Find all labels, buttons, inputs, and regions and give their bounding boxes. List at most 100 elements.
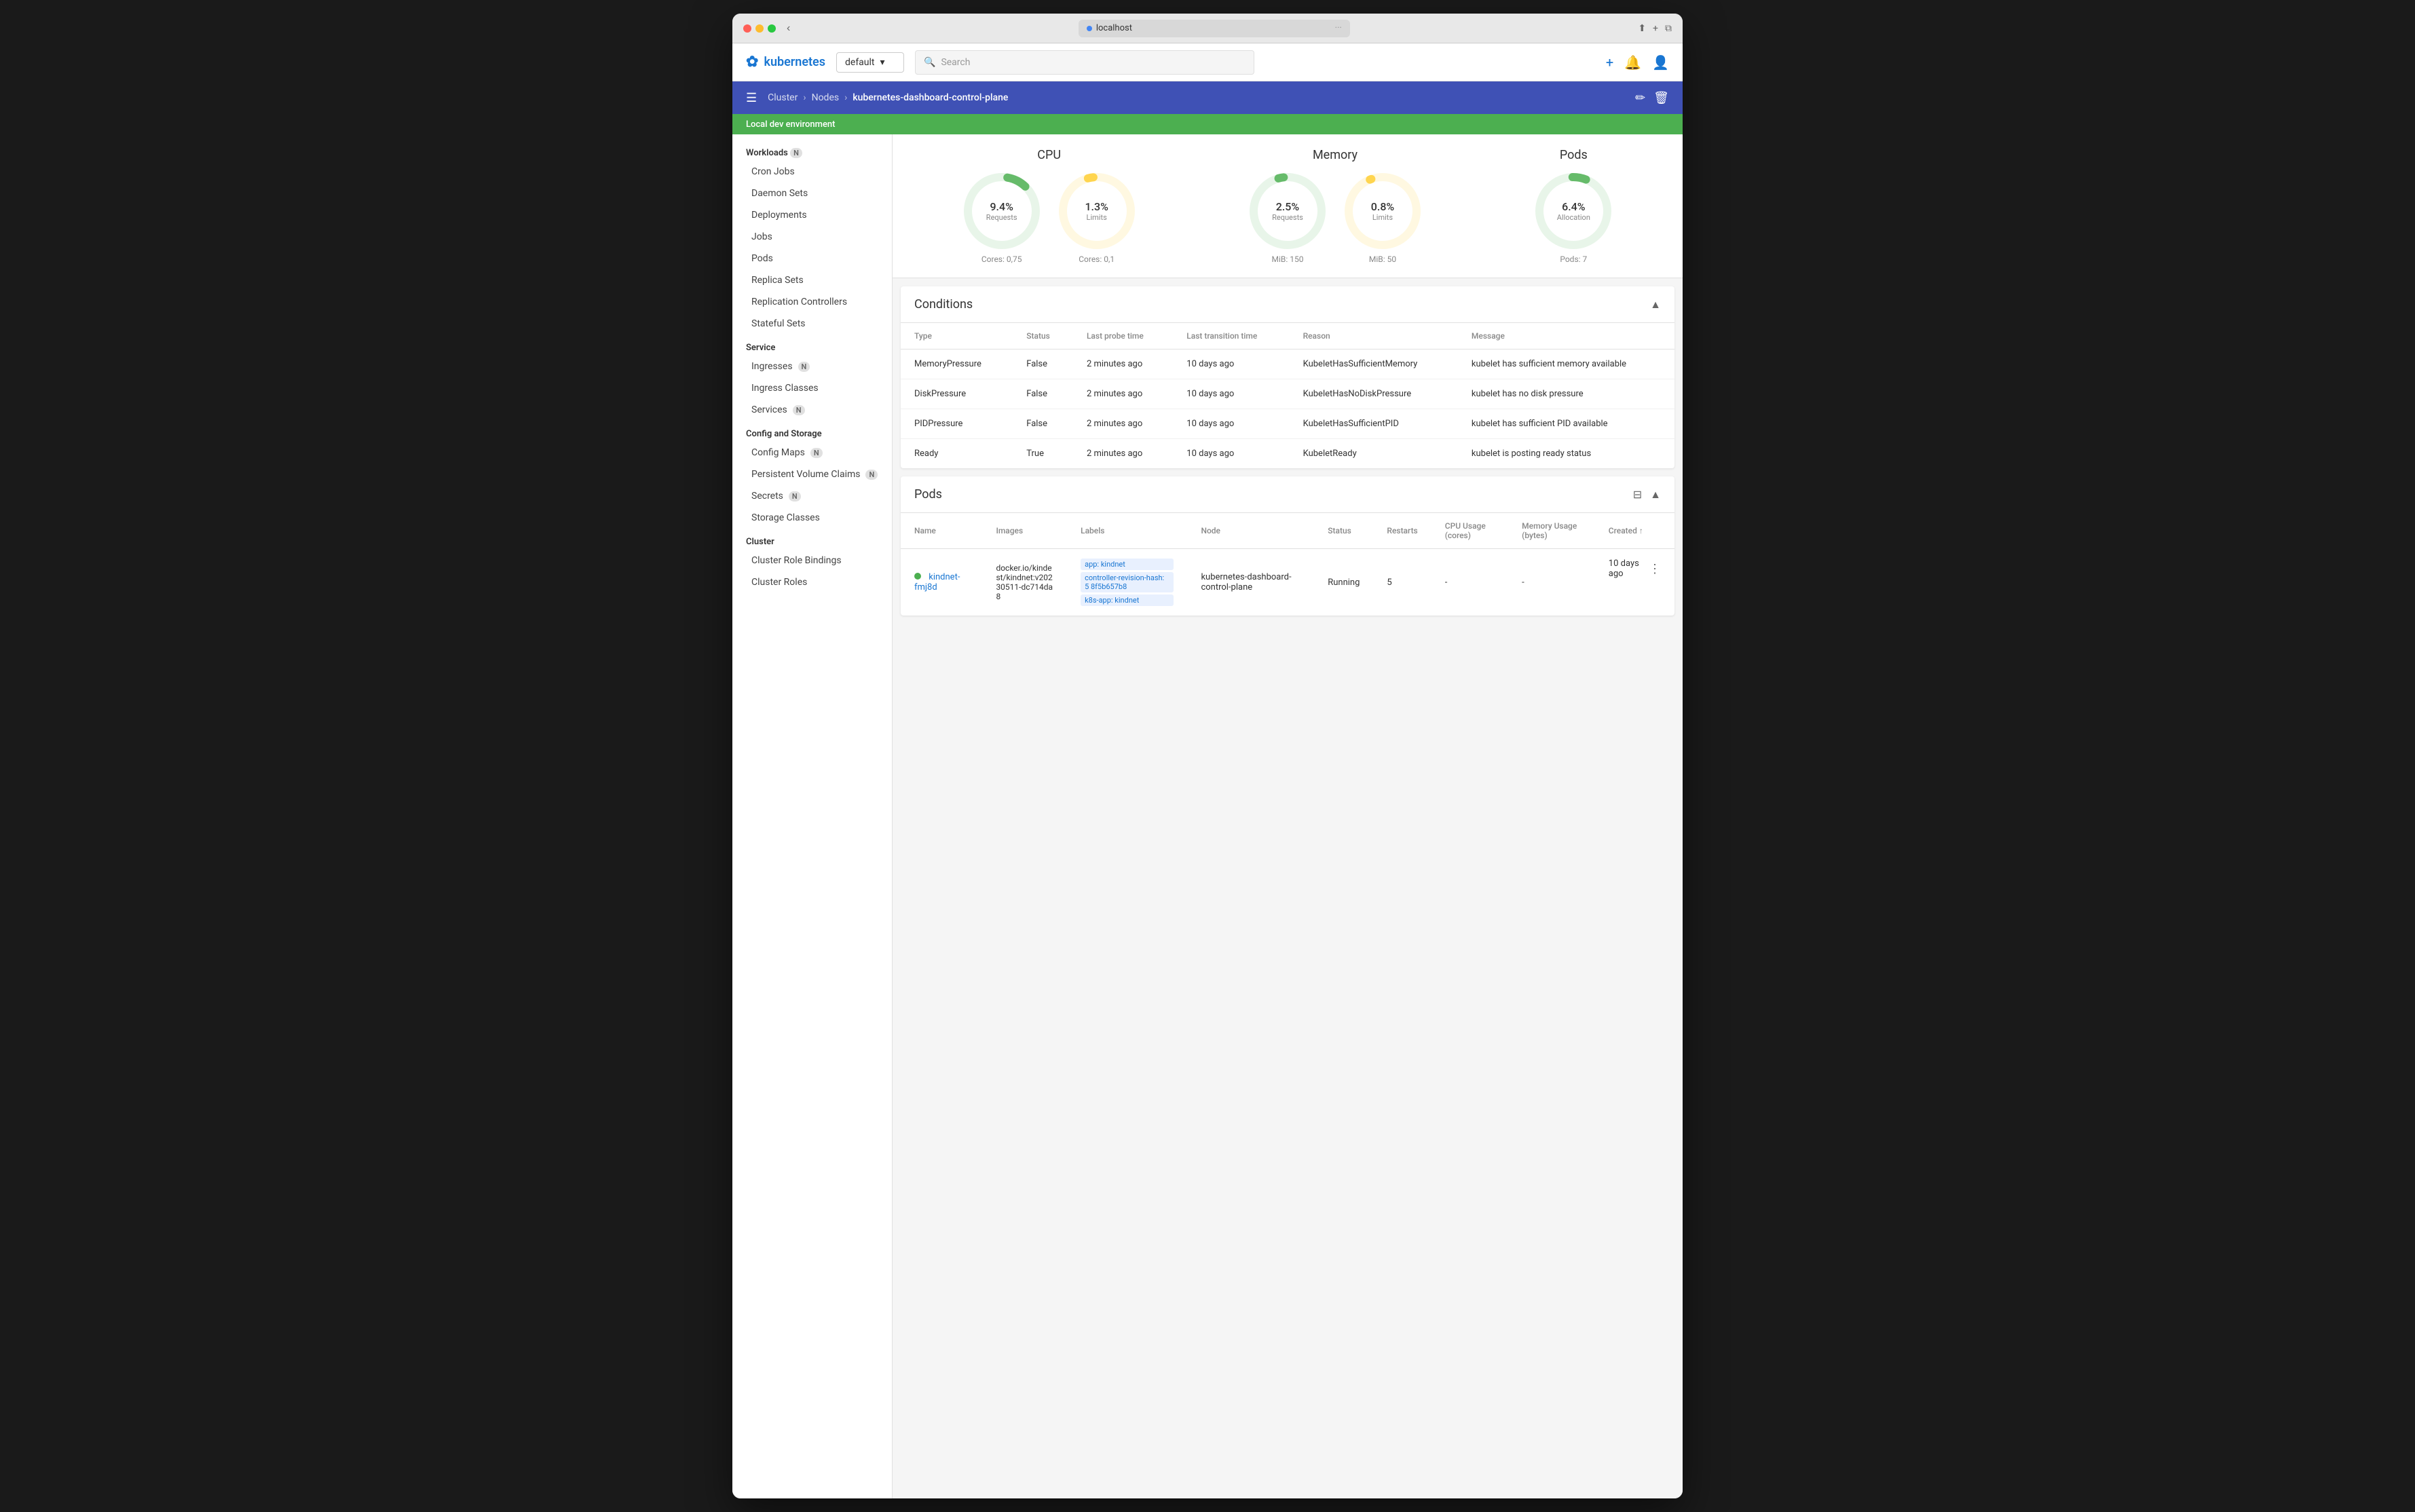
notification-icon[interactable]: 🔔 xyxy=(1624,54,1641,71)
memory-charts-row: 2.5% Requests MiB: 150 xyxy=(1247,170,1423,264)
url-bar: localhost ··· xyxy=(795,20,1632,37)
memory-title: Memory xyxy=(1313,148,1358,162)
cpu-requests-bottom: Cores: 0,75 xyxy=(981,254,1022,264)
new-tab-icon[interactable]: + xyxy=(1653,23,1658,34)
condition-message: kubelet has no disk pressure xyxy=(1458,379,1674,409)
conditions-table: Type Status Last probe time Last transit… xyxy=(901,323,1674,468)
app-window: ‹ localhost ··· ⬆ + ⧉ ✿ kubernetes defau… xyxy=(732,14,1683,1498)
sidebar-item-services[interactable]: Services N xyxy=(732,399,892,421)
condition-last-probe: 2 minutes ago xyxy=(1073,349,1173,379)
sidebar-item-replica-sets[interactable]: Replica Sets xyxy=(732,269,892,291)
sidebar-item-daemon-sets[interactable]: Daemon Sets xyxy=(732,183,892,204)
pvc-badge: N xyxy=(865,470,878,480)
pods-col-node: Node xyxy=(1187,513,1314,549)
condition-type: Ready xyxy=(901,439,1013,469)
breadcrumb-cluster[interactable]: Cluster xyxy=(768,92,798,103)
sidebar-item-ingresses[interactable]: Ingresses N xyxy=(732,356,892,377)
condition-message: kubelet has sufficient PID available xyxy=(1458,409,1674,439)
condition-reason: KubeletHasSufficientMemory xyxy=(1290,349,1458,379)
sidebar-item-deployments[interactable]: Deployments xyxy=(732,204,892,226)
memory-limits-label: Limits xyxy=(1371,213,1394,222)
col-type: Type xyxy=(901,323,1013,349)
pods-col-status: Status xyxy=(1314,513,1373,549)
nav-actions: + 🔔 👤 xyxy=(1606,54,1669,71)
pods-allocation-bottom: Pods: 7 xyxy=(1560,254,1587,264)
share-icon[interactable]: ⬆ xyxy=(1638,23,1646,34)
breadcrumb-actions: ✏ 🗑 xyxy=(1635,91,1669,105)
sidebar-item-cron-jobs[interactable]: Cron Jobs xyxy=(732,161,892,183)
delete-icon[interactable]: 🗑 xyxy=(1653,91,1669,105)
env-banner: Local dev environment xyxy=(732,114,1683,134)
sidebar-item-secrets[interactable]: Secrets N xyxy=(732,485,892,507)
add-icon[interactable]: + xyxy=(1606,54,1613,71)
pod-more-menu[interactable]: ⋮ xyxy=(1649,562,1661,576)
conditions-toggle[interactable]: ▲ xyxy=(1650,298,1661,311)
condition-last-transition: 10 days ago xyxy=(1173,379,1289,409)
search-bar[interactable]: 🔍 Search xyxy=(915,50,1254,75)
pod-name-link[interactable]: kindnet-fmj8d xyxy=(914,572,960,592)
memory-requests-donut: 2.5% Requests xyxy=(1247,170,1328,252)
pods-charts-row: 6.4% Allocation Pods: 7 xyxy=(1533,170,1614,264)
sidebar-item-pods[interactable]: Pods xyxy=(732,248,892,269)
breadcrumb-sep-1: › xyxy=(803,92,806,103)
pods-col-name: Name xyxy=(901,513,982,549)
sidebar-item-replication-controllers[interactable]: Replication Controllers xyxy=(732,291,892,313)
hamburger-icon[interactable]: ☰ xyxy=(746,91,757,105)
sidebar-item-cluster-roles[interactable]: Cluster Roles xyxy=(732,571,892,593)
pods-allocation-pct: 6.4% xyxy=(1557,200,1590,213)
workloads-badge: N xyxy=(790,148,802,158)
pod-name-cell: kindnet-fmj8d xyxy=(901,549,982,616)
col-last-transition: Last transition time xyxy=(1173,323,1289,349)
url-input[interactable]: localhost ··· xyxy=(1079,20,1350,37)
label-chip: k8s-app: kindnet xyxy=(1081,594,1174,606)
cpu-limits-pct: 1.3% xyxy=(1085,200,1108,213)
memory-requests-bottom: MiB: 150 xyxy=(1271,254,1303,264)
sidebar-icon[interactable]: ⧉ xyxy=(1665,23,1672,34)
maximize-button[interactable] xyxy=(768,24,776,33)
content: CPU 9.4% Requests xyxy=(893,134,1683,1498)
cpu-limits-label: Limits xyxy=(1085,213,1108,222)
sidebar-item-config-maps[interactable]: Config Maps N xyxy=(732,442,892,464)
back-button[interactable]: ‹ xyxy=(787,22,790,35)
memory-requests-pct: 2.5% xyxy=(1272,200,1303,213)
condition-last-transition: 10 days ago xyxy=(1173,409,1289,439)
breadcrumb-nodes[interactable]: Nodes xyxy=(812,92,840,103)
close-button[interactable] xyxy=(743,24,751,33)
cpu-charts-row: 9.4% Requests Cores: 0,75 xyxy=(961,170,1138,264)
sidebar-item-stateful-sets[interactable]: Stateful Sets xyxy=(732,313,892,335)
memory-chart-group: Memory 2.5% Requests xyxy=(1247,148,1423,264)
filter-icon[interactable]: ⊟ xyxy=(1633,488,1642,501)
service-section: Service xyxy=(732,335,892,356)
config-section: Config and Storage xyxy=(732,421,892,442)
pod-memory-cell: - xyxy=(1508,549,1595,616)
col-status: Status xyxy=(1013,323,1073,349)
sidebar-item-cluster-role-bindings[interactable]: Cluster Role Bindings xyxy=(732,550,892,571)
condition-status: False xyxy=(1013,409,1073,439)
sidebar-item-jobs[interactable]: Jobs xyxy=(732,226,892,248)
conditions-section: Conditions ▲ Type Status Last probe time… xyxy=(901,286,1674,468)
cpu-chart-group: CPU 9.4% Requests xyxy=(961,148,1138,264)
topnav: ✿ kubernetes default ▾ 🔍 Search + 🔔 👤 xyxy=(732,43,1683,81)
edit-icon[interactable]: ✏ xyxy=(1635,91,1645,105)
pods-toggle[interactable]: ▲ xyxy=(1650,488,1661,502)
sidebar-item-ingress-classes[interactable]: Ingress Classes xyxy=(732,377,892,399)
pods-col-created: Created ↑ xyxy=(1595,513,1674,549)
logo-text: kubernetes xyxy=(764,55,825,69)
configmaps-badge: N xyxy=(810,448,823,458)
pods-col-labels: Labels xyxy=(1067,513,1187,549)
condition-status: False xyxy=(1013,349,1073,379)
sidebar-item-pvc[interactable]: Persistent Volume Claims N xyxy=(732,464,892,485)
namespace-select[interactable]: default ▾ xyxy=(836,52,904,73)
cpu-title: CPU xyxy=(1037,148,1061,162)
sidebar: Workloads N Cron Jobs Daemon Sets Deploy… xyxy=(732,134,893,1498)
sidebar-item-storage-classes[interactable]: Storage Classes xyxy=(732,507,892,529)
pods-table: Name Images Labels Node Status Restarts … xyxy=(901,513,1674,616)
user-icon[interactable]: 👤 xyxy=(1652,54,1669,71)
table-row: PIDPressure False 2 minutes ago 10 days … xyxy=(901,409,1674,439)
minimize-button[interactable] xyxy=(755,24,764,33)
label-chip: controller-revision-hash: 5 8f5b657b8 xyxy=(1081,572,1174,592)
label-chip: app: kindnet xyxy=(1081,559,1174,570)
pods-section-header: Pods ⊟ ▲ xyxy=(901,476,1674,513)
namespace-value: default xyxy=(845,57,875,68)
breadcrumb-sep-2: › xyxy=(844,92,847,103)
